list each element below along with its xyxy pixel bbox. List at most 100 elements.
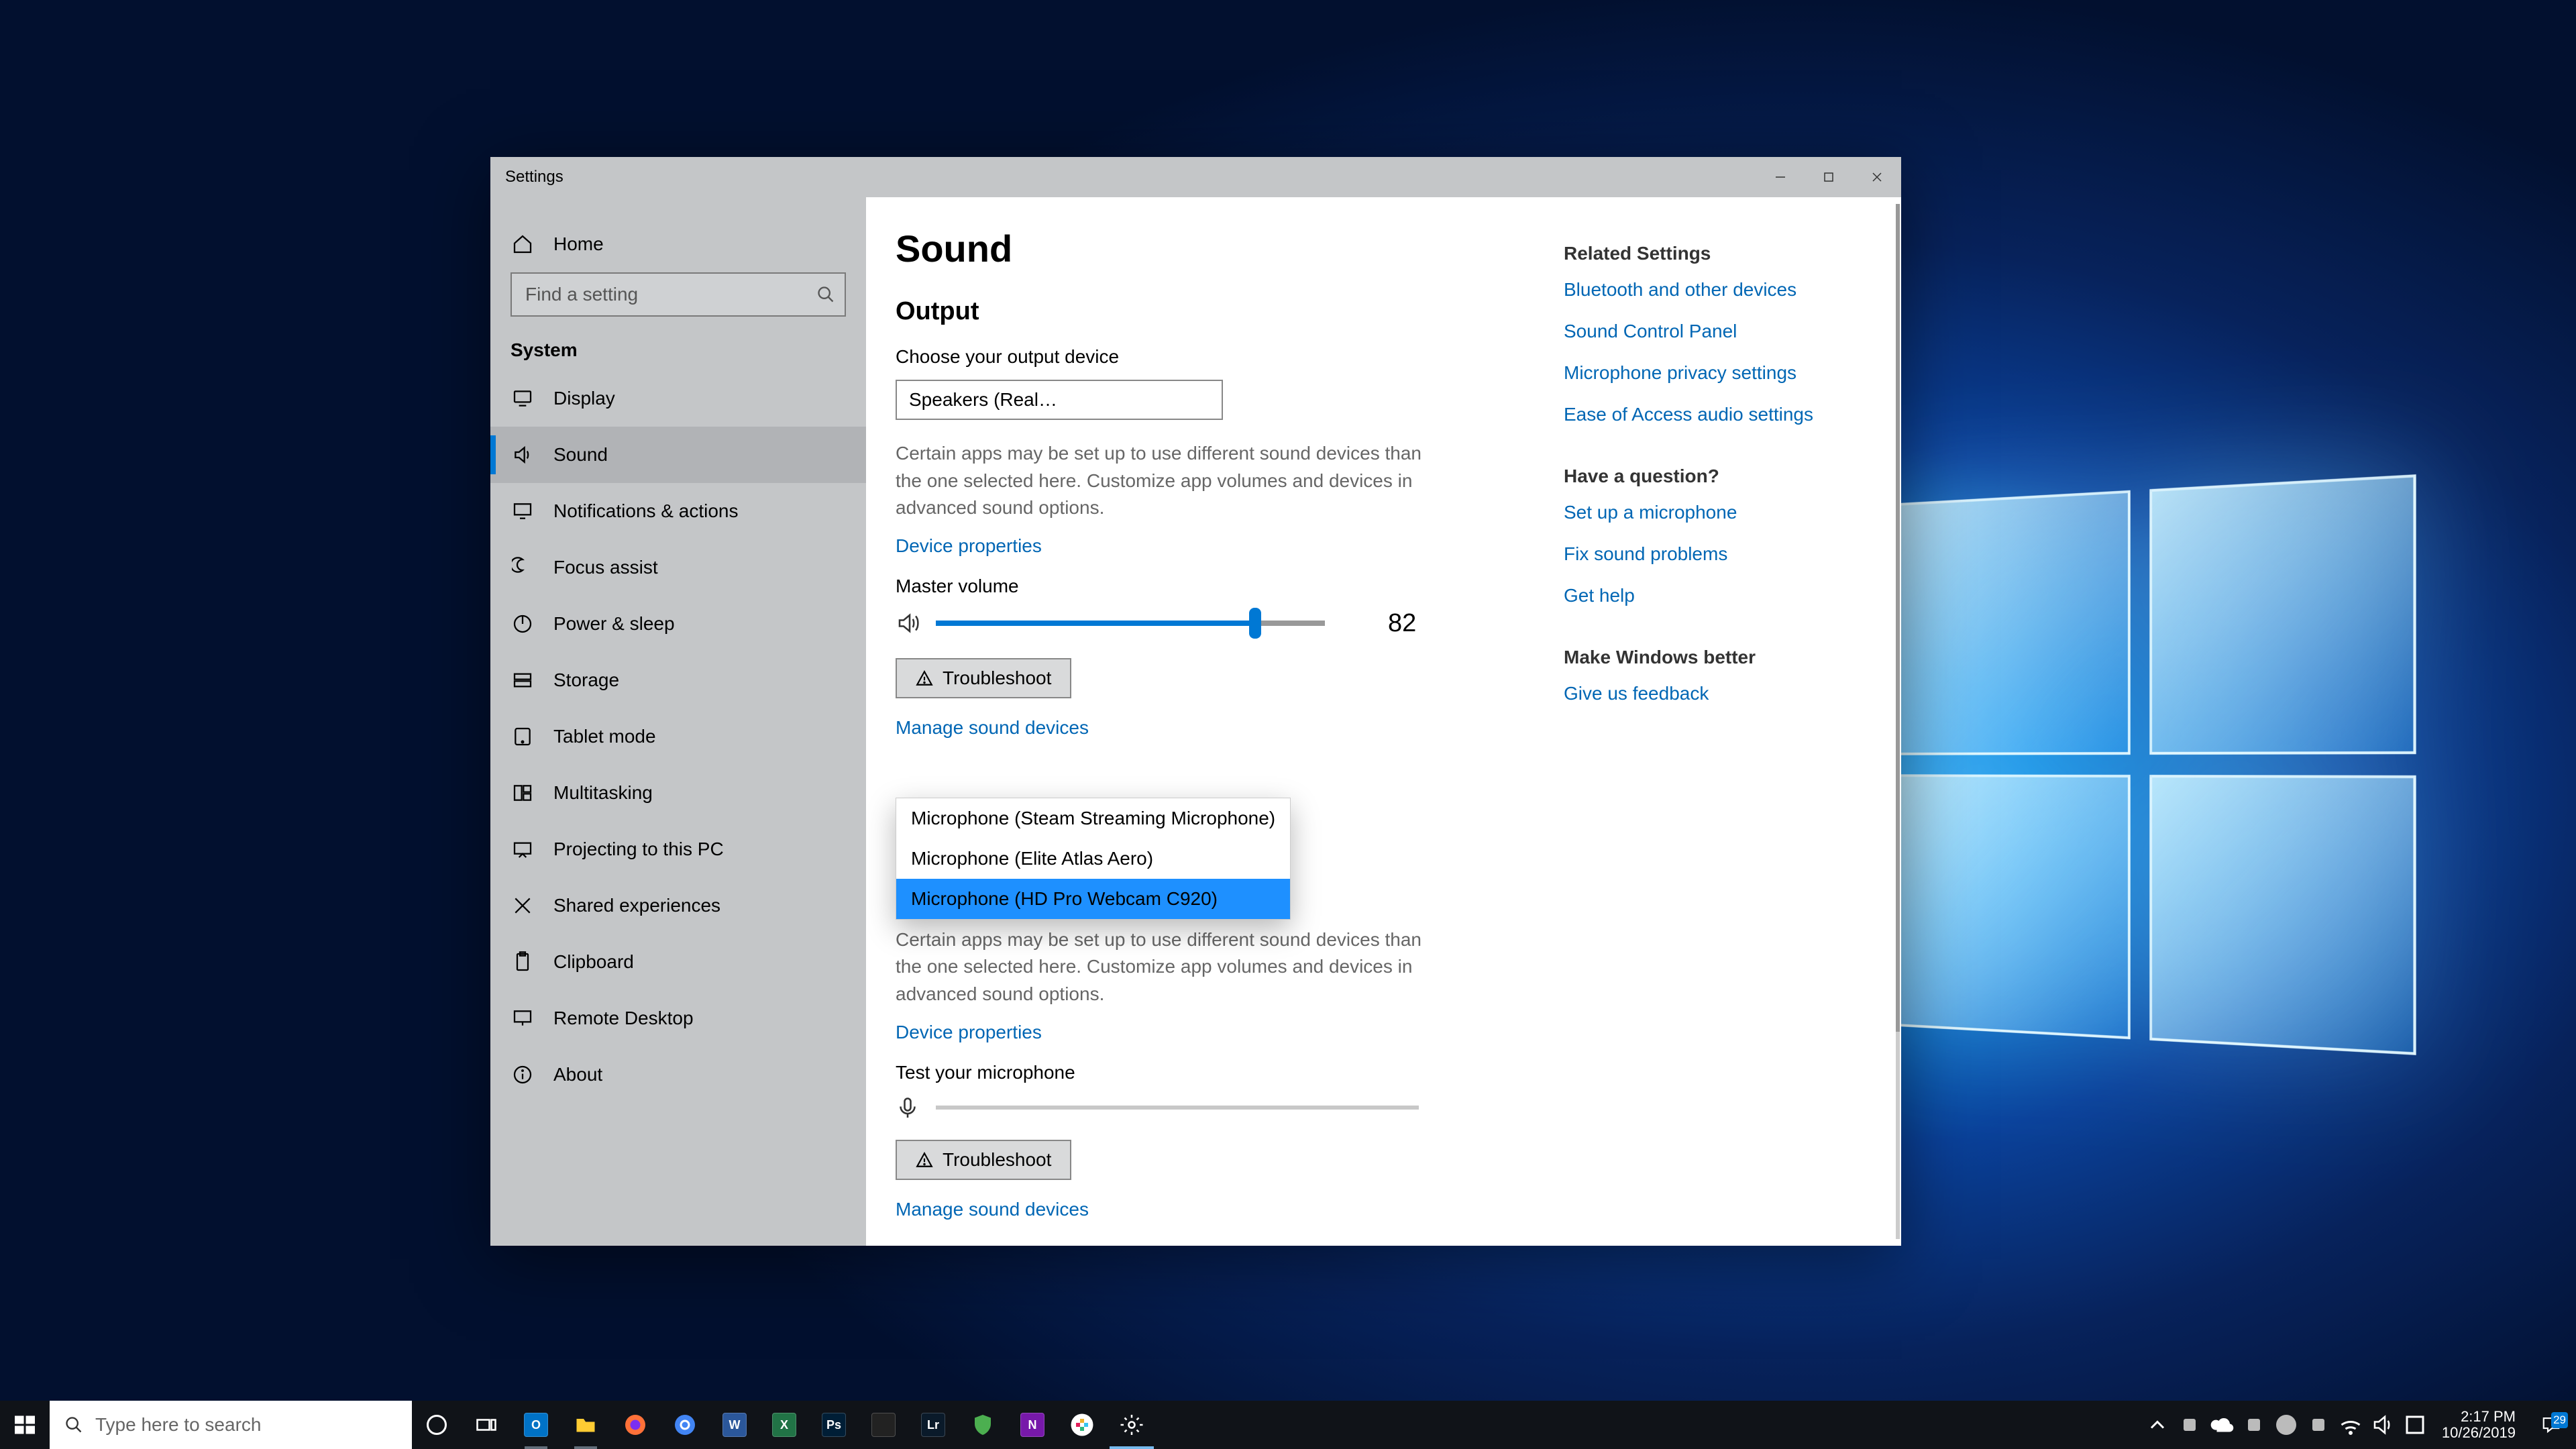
search-input[interactable] xyxy=(511,272,846,317)
related-link[interactable]: Microphone privacy settings xyxy=(1564,362,1845,384)
sidebar-item-label: Projecting to this PC xyxy=(553,839,724,860)
output-troubleshoot-button[interactable]: Troubleshoot xyxy=(896,658,1071,698)
taskbar-settings[interactable] xyxy=(1107,1401,1157,1449)
speaker-icon[interactable] xyxy=(896,611,920,635)
notifications-icon xyxy=(511,499,535,523)
sidebar-home[interactable]: Home xyxy=(490,216,866,272)
search-input-field[interactable] xyxy=(525,284,816,305)
taskbar-outlook[interactable]: O xyxy=(511,1401,561,1449)
app-icon xyxy=(871,1413,896,1437)
taskbar-slack[interactable] xyxy=(1057,1401,1107,1449)
question-link[interactable]: Set up a microphone xyxy=(1564,502,1845,523)
tray-chevron-up-icon[interactable] xyxy=(2141,1413,2174,1437)
taskbar-chrome[interactable] xyxy=(660,1401,710,1449)
tray-app-icon[interactable] xyxy=(2302,1413,2334,1437)
input-manage-link[interactable]: Manage sound devices xyxy=(896,1199,1089,1220)
sidebar-item-projecting[interactable]: Projecting to this PC xyxy=(490,821,866,877)
tray-app-icon[interactable] xyxy=(2174,1413,2206,1437)
sidebar-item-remote-desktop[interactable]: Remote Desktop xyxy=(490,990,866,1046)
tray-steam-icon[interactable] xyxy=(2270,1413,2302,1437)
input-device-option[interactable]: Microphone (HD Pro Webcam C920) xyxy=(896,879,1290,919)
taskbar-lightroom[interactable]: Lr xyxy=(908,1401,958,1449)
input-device-dropdown[interactable]: Microphone (Steam Streaming Microphone)M… xyxy=(896,798,1291,920)
sidebar-home-label: Home xyxy=(553,233,604,255)
settings-icon xyxy=(1120,1413,1144,1437)
input-device-option[interactable]: Microphone (Steam Streaming Microphone) xyxy=(896,798,1290,839)
related-link[interactable]: Bluetooth and other devices xyxy=(1564,279,1845,301)
troubleshoot-label: Troubleshoot xyxy=(943,1149,1051,1171)
sidebar-item-power-sleep[interactable]: Power & sleep xyxy=(490,596,866,652)
test-mic-label: Test your microphone xyxy=(896,1062,1530,1083)
feedback-heading: Make Windows better xyxy=(1564,647,1845,668)
titlebar[interactable]: Settings xyxy=(490,157,1901,197)
related-link[interactable]: Sound Control Panel xyxy=(1564,321,1845,342)
output-device-selected: Speakers (Realtek High Definition… xyxy=(909,389,1059,411)
volume-value: 82 xyxy=(1388,609,1416,638)
tray-app-icon[interactable] xyxy=(2238,1413,2270,1437)
clock[interactable]: 2:17 PM 10/26/2019 xyxy=(2431,1409,2526,1441)
windows-logo-wallpaper xyxy=(1892,474,2416,1055)
content-area: Sound Output Choose your output device S… xyxy=(866,197,1901,1246)
sidebar-item-focus-assist[interactable]: Focus assist xyxy=(490,539,866,596)
scrollbar[interactable] xyxy=(1896,204,1900,1239)
minimize-button[interactable] xyxy=(1756,157,1805,197)
taskbar-excel[interactable]: X xyxy=(759,1401,809,1449)
clock-time: 2:17 PM xyxy=(2442,1409,2516,1425)
output-manage-link[interactable]: Manage sound devices xyxy=(896,717,1089,739)
taskbar-task-view[interactable] xyxy=(462,1401,511,1449)
sidebar-item-label: Remote Desktop xyxy=(553,1008,694,1029)
question-link[interactable]: Fix sound problems xyxy=(1564,543,1845,565)
output-heading: Output xyxy=(896,297,1530,326)
focus-assist-icon xyxy=(511,555,535,580)
output-device-combo[interactable]: Speakers (Realtek High Definition… xyxy=(896,380,1223,420)
tray-volume-icon[interactable] xyxy=(2367,1413,2399,1437)
chrome-icon xyxy=(673,1413,697,1437)
input-device-properties-link[interactable]: Device properties xyxy=(896,1022,1042,1043)
tray-onedrive-icon[interactable] xyxy=(2206,1413,2238,1437)
onenote-icon: N xyxy=(1020,1413,1044,1437)
tray-ime-icon[interactable] xyxy=(2399,1413,2431,1437)
taskbar-onenote[interactable]: N xyxy=(1008,1401,1057,1449)
taskbar-photoshop[interactable]: Ps xyxy=(809,1401,859,1449)
taskbar-app[interactable] xyxy=(859,1401,908,1449)
sidebar-item-about[interactable]: About xyxy=(490,1046,866,1103)
sidebar-item-storage[interactable]: Storage xyxy=(490,652,866,708)
start-button[interactable] xyxy=(0,1401,50,1449)
taskbar-search-placeholder: Type here to search xyxy=(95,1414,261,1436)
question-link[interactable]: Get help xyxy=(1564,585,1845,606)
sidebar-category: System xyxy=(490,327,866,370)
sidebar-item-notifications[interactable]: Notifications & actions xyxy=(490,483,866,539)
close-button[interactable] xyxy=(1853,157,1901,197)
troubleshoot-label: Troubleshoot xyxy=(943,667,1051,689)
photoshop-icon: Ps xyxy=(822,1413,846,1437)
volume-slider[interactable] xyxy=(936,621,1325,626)
sidebar-item-label: Notifications & actions xyxy=(553,500,738,522)
input-troubleshoot-button[interactable]: Troubleshoot xyxy=(896,1140,1071,1180)
sidebar-item-sound[interactable]: Sound xyxy=(490,427,866,483)
sidebar-item-shared-exp[interactable]: Shared experiences xyxy=(490,877,866,934)
taskbar-defender[interactable] xyxy=(958,1401,1008,1449)
taskbar-cortana[interactable] xyxy=(412,1401,462,1449)
sidebar-item-display[interactable]: Display xyxy=(490,370,866,427)
question-heading: Have a question? xyxy=(1564,466,1845,487)
tray-network-icon[interactable] xyxy=(2334,1413,2367,1437)
outlook-icon: O xyxy=(524,1413,548,1437)
sidebar-item-clipboard[interactable]: Clipboard xyxy=(490,934,866,990)
settings-window: Settings Home System DisplaySound Notific… xyxy=(490,157,1901,1246)
input-device-option[interactable]: Microphone (Elite Atlas Aero) xyxy=(896,839,1290,879)
feedback-link[interactable]: Give us feedback xyxy=(1564,683,1845,704)
sidebar-item-multitasking[interactable]: Multitasking xyxy=(490,765,866,821)
taskbar-search[interactable]: Type here to search xyxy=(50,1401,412,1449)
sidebar-item-label: Multitasking xyxy=(553,782,653,804)
slack-icon xyxy=(1070,1413,1094,1437)
firefox-icon xyxy=(623,1413,647,1437)
taskbar-file-explorer[interactable] xyxy=(561,1401,610,1449)
sidebar-item-tablet-mode[interactable]: Tablet mode xyxy=(490,708,866,765)
taskbar-word[interactable]: W xyxy=(710,1401,759,1449)
about-icon xyxy=(511,1063,535,1087)
output-device-properties-link[interactable]: Device properties xyxy=(896,535,1042,557)
taskbar-firefox[interactable] xyxy=(610,1401,660,1449)
action-center-button[interactable]: 29 xyxy=(2526,1415,2576,1435)
related-link[interactable]: Ease of Access audio settings xyxy=(1564,404,1845,425)
maximize-button[interactable] xyxy=(1805,157,1853,197)
